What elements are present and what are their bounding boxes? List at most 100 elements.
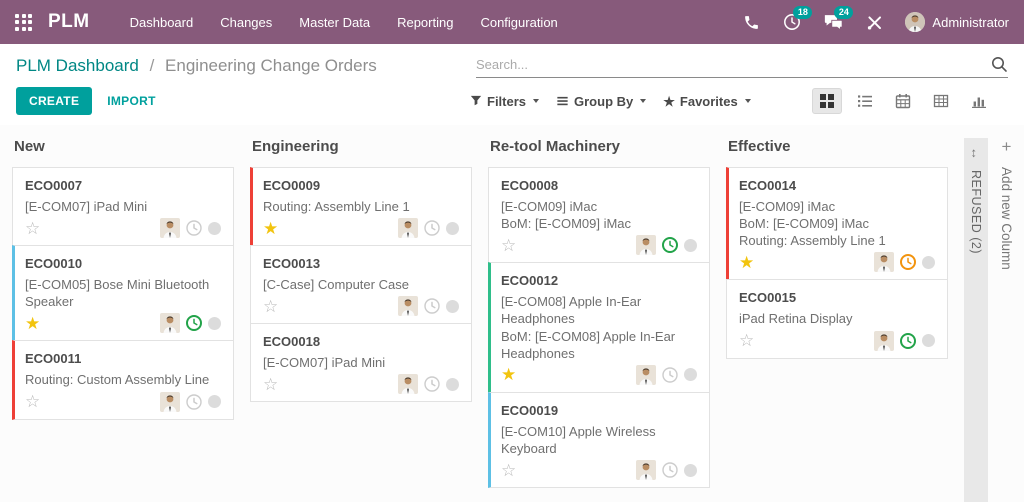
activity-clock-icon[interactable] xyxy=(661,461,679,479)
page-title: Engineering Change Orders xyxy=(165,56,377,75)
kanban-state-dot[interactable] xyxy=(922,334,935,348)
caret-down-icon xyxy=(533,99,540,103)
kanban-state-dot[interactable] xyxy=(446,377,459,391)
kanban-state-dot[interactable] xyxy=(446,221,459,235)
star-empty-icon[interactable]: ☆ xyxy=(501,462,516,479)
group-by-dropdown[interactable]: Group By xyxy=(556,94,647,109)
card-line: [E-COM07] iPad Mini xyxy=(25,199,148,214)
assignee-avatar[interactable] xyxy=(398,218,418,239)
column-title[interactable]: Re-tool Machinery xyxy=(490,138,710,155)
activities-badge: 18 xyxy=(793,6,813,19)
assignee-avatar[interactable] xyxy=(160,391,180,412)
kanban-card-eco0011[interactable]: ECO0011 Routing: Custom Assembly Line ☆ xyxy=(12,340,234,420)
star-empty-icon[interactable]: ☆ xyxy=(25,220,40,237)
menu-item-changes[interactable]: Changes xyxy=(220,15,272,30)
kanban-card-eco0009[interactable]: ECO0009 Routing: Assembly Line 1 ★ xyxy=(250,167,472,247)
activity-clock-icon[interactable] xyxy=(899,253,917,271)
assignee-avatar[interactable] xyxy=(874,252,894,273)
kanban-card-eco0019[interactable]: ECO0019 [E-COM10] Apple Wireless Keyboard… xyxy=(488,391,710,489)
column-title[interactable]: Engineering xyxy=(252,138,472,155)
star-filled-icon[interactable]: ★ xyxy=(501,366,516,383)
activity-clock-icon[interactable] xyxy=(185,393,203,411)
kanban-state-dot[interactable] xyxy=(208,395,221,409)
menu-item-configuration[interactable]: Configuration xyxy=(480,15,557,30)
kanban-column: Re-tool Machinery ECO0008 [E-COM09] iMac Bo… xyxy=(488,125,710,502)
collapsed-column-refused[interactable]: ↔ REFUSED (2) xyxy=(964,138,988,502)
view-pivot-button[interactable] xyxy=(926,88,956,114)
card-footer: ☆ xyxy=(25,391,221,412)
plus-icon: + xyxy=(1001,137,1012,156)
search-input[interactable] xyxy=(476,56,990,72)
kanban-card-eco0012[interactable]: ECO0012 [E-COM08] Apple In-Ear Headphones… xyxy=(488,262,710,393)
activity-clock-icon[interactable] xyxy=(185,314,203,332)
card-line: [E-COM09] iMac xyxy=(501,199,598,214)
star-filled-icon[interactable]: ★ xyxy=(739,254,754,271)
assignee-avatar[interactable] xyxy=(160,313,180,334)
star-filled-icon[interactable]: ★ xyxy=(25,315,40,332)
search-icon[interactable] xyxy=(990,55,1008,73)
kanban-card-eco0013[interactable]: ECO0013 [C-Case] Computer Case ☆ xyxy=(250,245,472,325)
kanban-state-dot[interactable] xyxy=(684,463,697,477)
kanban-card-eco0015[interactable]: ECO0015 iPad Retina Display ☆ xyxy=(726,279,948,359)
activity-clock-icon[interactable] xyxy=(423,297,441,315)
import-button[interactable]: IMPORT xyxy=(107,94,155,108)
column-title[interactable]: New xyxy=(14,138,234,155)
kanban-card-eco0008[interactable]: ECO0008 [E-COM09] iMac BoM: [E-COM09] iMac… xyxy=(488,167,710,264)
star-empty-icon[interactable]: ☆ xyxy=(501,237,516,254)
phone-icon[interactable] xyxy=(741,12,761,32)
kanban-state-dot[interactable] xyxy=(446,299,459,313)
assignee-avatar[interactable] xyxy=(636,235,656,256)
assignee-avatar[interactable] xyxy=(398,296,418,317)
view-calendar-button[interactable] xyxy=(888,88,918,114)
expand-arrows-icon: ↔ xyxy=(968,147,984,160)
activity-clock-icon[interactable] xyxy=(661,366,679,384)
favorites-dropdown[interactable]: ★ Favorites xyxy=(663,93,751,109)
activity-clock-icon[interactable] xyxy=(661,236,679,254)
menu-item-reporting[interactable]: Reporting xyxy=(397,15,453,30)
kanban-card-eco0010[interactable]: ECO0010 [E-COM05] Bose Mini Bluetooth Spe… xyxy=(12,245,234,342)
app-brand[interactable]: PLM xyxy=(48,11,90,33)
kanban-card-eco0007[interactable]: ECO0007 [E-COM07] iPad Mini ☆ xyxy=(12,167,234,247)
kanban-state-dot[interactable] xyxy=(208,221,221,235)
filters-dropdown[interactable]: Filters xyxy=(470,94,540,109)
assignee-avatar[interactable] xyxy=(160,218,180,239)
favorites-star-icon: ★ xyxy=(663,93,675,109)
user-menu[interactable]: Administrator xyxy=(905,12,1009,32)
activities-clock-icon[interactable]: 18 xyxy=(782,6,813,32)
kanban-state-dot[interactable] xyxy=(684,238,697,252)
menu-item-dashboard[interactable]: Dashboard xyxy=(130,15,194,30)
apps-menu-icon[interactable] xyxy=(15,13,32,31)
activity-clock-icon[interactable] xyxy=(423,375,441,393)
menu-item-master-data[interactable]: Master Data xyxy=(299,15,370,30)
star-empty-icon[interactable]: ☆ xyxy=(263,376,278,393)
create-button[interactable]: CREATE xyxy=(16,87,93,115)
systray: 18 24 Administrator xyxy=(741,6,1009,32)
caret-down-icon xyxy=(640,99,647,103)
star-empty-icon[interactable]: ☆ xyxy=(739,332,754,349)
view-kanban-button[interactable] xyxy=(812,88,842,114)
kanban-card-eco0014[interactable]: ECO0014 [E-COM09] iMac BoM: [E-COM09] iMac… xyxy=(726,167,948,281)
view-graph-button[interactable] xyxy=(964,88,994,114)
kanban-state-dot[interactable] xyxy=(684,368,697,382)
activity-clock-icon[interactable] xyxy=(185,219,203,237)
assignee-avatar[interactable] xyxy=(398,374,418,395)
messages-icon[interactable]: 24 xyxy=(823,6,854,32)
activity-clock-icon[interactable] xyxy=(423,219,441,237)
view-list-button[interactable] xyxy=(850,88,880,114)
search-controls: Filters Group By ★ Favorites xyxy=(470,94,751,109)
kanban-state-dot[interactable] xyxy=(208,316,221,330)
star-empty-icon[interactable]: ☆ xyxy=(263,298,278,315)
kanban-card-eco0018[interactable]: ECO0018 [E-COM07] iPad Mini ☆ xyxy=(250,323,472,403)
star-empty-icon[interactable]: ☆ xyxy=(25,393,40,410)
tools-icon[interactable] xyxy=(864,12,884,32)
column-title[interactable]: Effective xyxy=(728,138,948,155)
assignee-avatar[interactable] xyxy=(636,364,656,385)
assignee-avatar[interactable] xyxy=(636,460,656,481)
kanban-state-dot[interactable] xyxy=(922,255,935,269)
star-filled-icon[interactable]: ★ xyxy=(263,220,278,237)
activity-clock-icon[interactable] xyxy=(899,332,917,350)
breadcrumb-plm-dashboard[interactable]: PLM Dashboard xyxy=(16,56,139,75)
add-new-column-button[interactable]: + Add new Column xyxy=(999,125,1014,502)
card-title: ECO0008 xyxy=(501,178,559,193)
assignee-avatar[interactable] xyxy=(874,330,894,351)
